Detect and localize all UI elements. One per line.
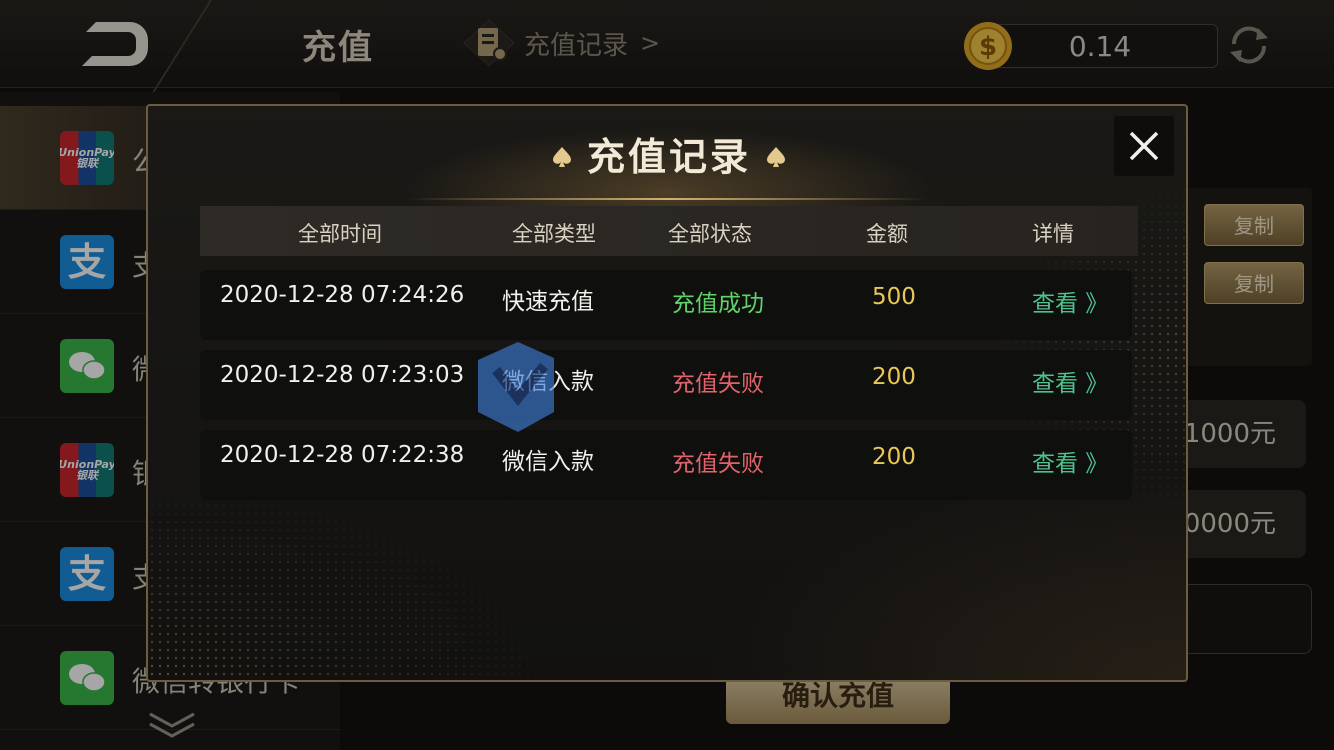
spade-icon (767, 147, 785, 167)
row-amount: 200 (872, 444, 916, 470)
row-time: 2020-12-28 07:23:03 (220, 362, 465, 388)
table-row: 2020-12-28 07:22:38 微信入款 充值失败 200 查看 》 (200, 430, 1132, 500)
close-button[interactable] (1114, 116, 1174, 176)
row-time: 2020-12-28 07:22:38 (220, 442, 465, 468)
dialog-title: 充值记录 (586, 135, 751, 179)
title-glow-line (408, 198, 928, 200)
view-detail-link[interactable]: 查看 》 (1032, 444, 1108, 478)
row-type: 微信入款 (502, 449, 594, 475)
filter-type[interactable]: 全部类型 (512, 218, 596, 248)
row-status: 充值失败 (672, 451, 764, 477)
table-row: 2020-12-28 07:23:03 微信入款 充值失败 200 查看 》 (200, 350, 1132, 420)
column-amount: 金额 (866, 222, 908, 246)
table-header: 全部时间 全部类型 全部状态 金额 详情 (200, 206, 1138, 256)
row-status: 充值失败 (672, 371, 764, 397)
filter-status[interactable]: 全部状态 (668, 218, 752, 248)
recharge-record-dialog: 充值记录 全部时间 全部类型 全部状态 金额 详情 2020-12-28 07:… (146, 104, 1188, 682)
column-detail: 详情 (1032, 222, 1074, 246)
row-status: 充值成功 (672, 291, 764, 317)
row-time: 2020-12-28 07:24:26 (220, 282, 465, 308)
view-detail-link[interactable]: 查看 》 (1032, 364, 1108, 398)
view-detail-link[interactable]: 查看 》 (1032, 284, 1108, 318)
table-row: 2020-12-28 07:24:26 快速充值 充值成功 500 查看 》 (200, 270, 1132, 340)
filter-time[interactable]: 全部时间 (298, 218, 382, 248)
row-type: 微信入款 (502, 369, 594, 395)
close-icon (1129, 131, 1159, 161)
row-amount: 200 (872, 364, 916, 390)
row-amount: 500 (872, 284, 916, 310)
row-type: 快速充值 (502, 289, 594, 315)
